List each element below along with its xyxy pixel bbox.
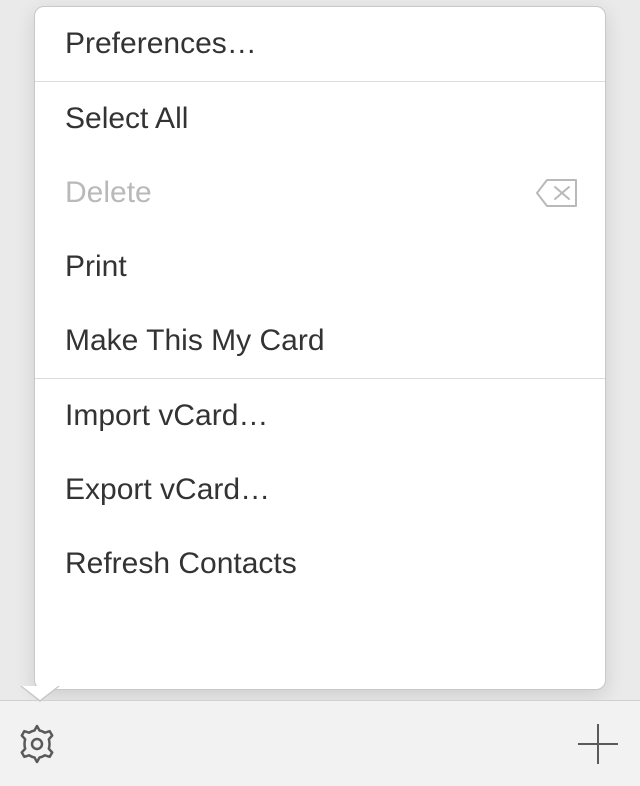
menu-item-label: Make This My Card bbox=[65, 324, 325, 358]
menu-item-select-all[interactable]: Select All bbox=[35, 82, 605, 156]
menu-item-label: Delete bbox=[65, 176, 152, 210]
menu-item-label: Import vCard… bbox=[65, 399, 268, 433]
menu-item-label: Export vCard… bbox=[65, 473, 270, 507]
bottom-toolbar bbox=[0, 700, 640, 786]
plus-icon[interactable] bbox=[574, 720, 622, 768]
settings-popup-menu: Preferences… Select All Delete Print Mak… bbox=[34, 6, 606, 690]
menu-item-import-vcard[interactable]: Import vCard… bbox=[35, 379, 605, 453]
menu-item-delete: Delete bbox=[35, 156, 605, 230]
menu-group-3: Import vCard… Export vCard… Refresh Cont… bbox=[35, 379, 605, 601]
gear-icon[interactable] bbox=[12, 719, 62, 769]
menu-item-preferences[interactable]: Preferences… bbox=[35, 7, 605, 81]
menu-item-label: Select All bbox=[65, 102, 188, 136]
menu-item-label: Refresh Contacts bbox=[65, 547, 297, 581]
menu-group-2: Select All Delete Print Make This My Car… bbox=[35, 82, 605, 378]
menu-item-make-my-card[interactable]: Make This My Card bbox=[35, 304, 605, 378]
popup-arrow bbox=[22, 686, 58, 700]
menu-item-export-vcard[interactable]: Export vCard… bbox=[35, 453, 605, 527]
delete-backspace-icon bbox=[535, 177, 579, 209]
menu-item-refresh-contacts[interactable]: Refresh Contacts bbox=[35, 527, 605, 601]
menu-item-label: Print bbox=[65, 250, 127, 284]
menu-item-label: Preferences… bbox=[65, 27, 257, 61]
menu-group-1: Preferences… bbox=[35, 7, 605, 81]
menu-item-print[interactable]: Print bbox=[35, 230, 605, 304]
